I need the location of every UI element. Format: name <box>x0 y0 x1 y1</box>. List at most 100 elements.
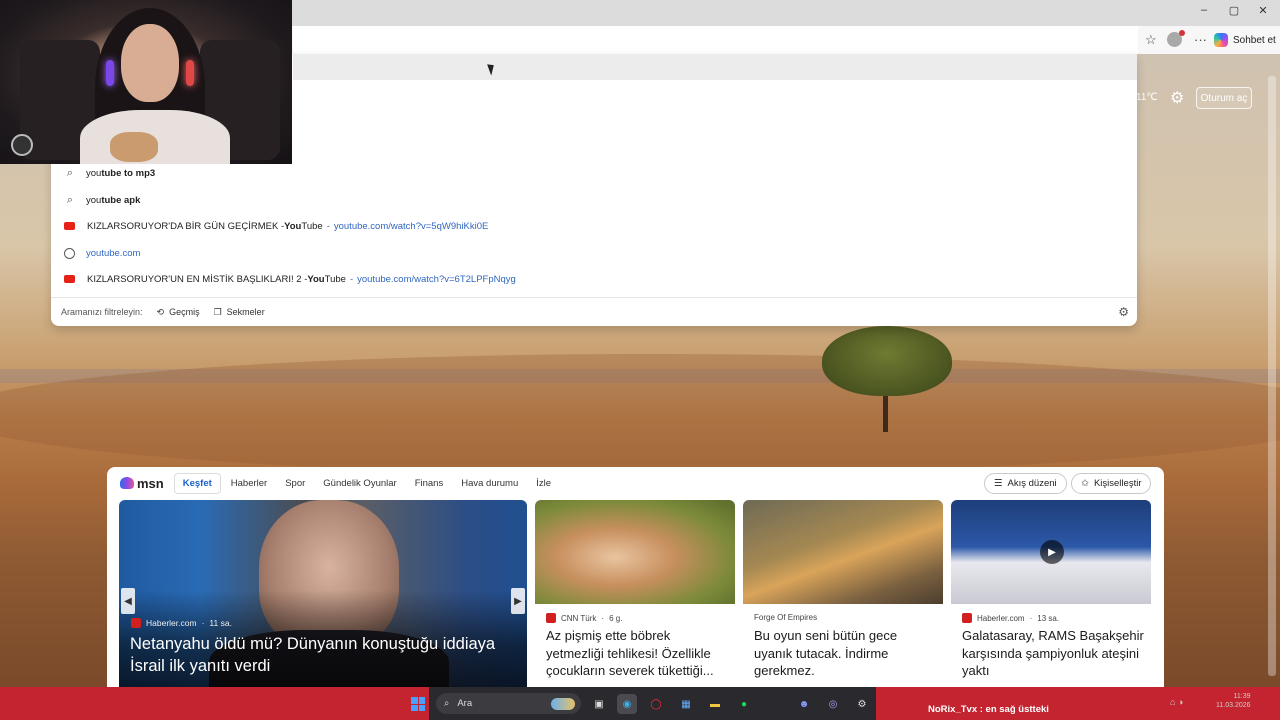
source-logo-icon <box>962 613 972 623</box>
maximize-button[interactable]: ▢ <box>1225 4 1243 17</box>
tab-hava-durumu[interactable]: Hava durumu <box>453 474 526 493</box>
webcam-headset-right <box>186 60 194 86</box>
suggestion-completion: tube to mp3 <box>101 167 156 179</box>
card-age: 6 g. <box>609 613 623 623</box>
windows-start-icon[interactable] <box>411 697 425 711</box>
suggestion-item[interactable]: ⌕ you tube apk <box>51 187 1137 213</box>
page-settings-gear-icon[interactable]: ⚙ <box>1170 88 1184 108</box>
chat-label: Sohbet et <box>1233 34 1276 46</box>
signin-button[interactable]: Oturum aç <box>1196 87 1252 109</box>
filter-tabs-button[interactable]: ❐ Sekmeler <box>214 307 265 318</box>
suggestion-url: youtube.com/watch?v=6T2LPFpNqyg <box>357 273 516 285</box>
hero-source: Haberler.com · 11 sa. <box>131 618 232 628</box>
card-source: Haberler.com · 13 sa. <box>962 613 1059 623</box>
favorites-icon[interactable]: ☆ <box>1145 32 1157 48</box>
history-icon: ⟲ <box>156 306 165 317</box>
news-card[interactable]: Forge Of Empires Bu oyun seni bütün gece… <box>743 500 943 687</box>
opera-icon[interactable]: ◯ <box>646 694 666 714</box>
app-icon[interactable]: ◎ <box>823 694 843 714</box>
tab-haberler[interactable]: Haberler <box>223 474 275 493</box>
suggestion-item[interactable]: youtube.com <box>51 240 1137 266</box>
page-scrollbar[interactable] <box>1268 76 1276 676</box>
spotify-icon[interactable]: ● <box>734 694 754 714</box>
copilot-icon <box>1214 33 1228 47</box>
source-logo-icon <box>546 613 556 623</box>
suggestion-item[interactable]: KIZLARSORUYOR'UN EN MİSTİK BAŞLIKLARI! 2… <box>51 266 1137 292</box>
store-icon[interactable]: ▦ <box>676 694 696 714</box>
card-source-name: Haberler.com <box>977 613 1025 623</box>
suggestion-completion: tube apk <box>101 194 141 206</box>
carousel-prev-button[interactable]: ◀ <box>121 588 135 614</box>
msn-nav: msn Keşfet Haberler Spor Gündelik Oyunla… <box>107 467 1164 499</box>
tab-gundelik-oyunlar[interactable]: Gündelik Oyunlar <box>315 474 404 493</box>
steam-icon[interactable]: ⚙ <box>852 694 872 714</box>
tray-time: 11:39 <box>1233 693 1251 700</box>
personalize-button[interactable]: ✩ Kişiselleştir <box>1071 473 1152 494</box>
weather-temp[interactable]: 11℃ <box>1136 92 1158 103</box>
tab-kesfet[interactable]: Keşfet <box>173 472 221 494</box>
news-card[interactable]: ▶ Haberler.com · 13 sa. Galatasaray, RAM… <box>951 500 1151 687</box>
tray-clock[interactable]: 11:39 11.03.2026 <box>1216 692 1251 710</box>
filter-history-button[interactable]: ⟲ Geçmiş <box>157 307 200 318</box>
msn-logo-text: msn <box>137 475 164 491</box>
card-title: Az pişmiş ette böbrek yetmezliği tehlike… <box>546 628 714 678</box>
suggestion-prefix: you <box>86 167 102 179</box>
edge-icon[interactable]: ◉ <box>617 694 637 714</box>
msn-butterfly-icon <box>120 477 134 489</box>
profile-avatar[interactable] <box>1167 30 1185 47</box>
news-card[interactable]: CNN Türk · 6 g. Az pişmiş ette böbrek ye… <box>535 500 735 687</box>
webcam-headset-left <box>106 60 114 86</box>
taskbar-search[interactable]: ⌕ Ara <box>436 693 581 714</box>
close-button[interactable]: ✕ <box>1254 4 1272 17</box>
discord-icon[interactable]: ☻ <box>794 694 814 714</box>
copilot-chat-button[interactable]: Sohbet et <box>1214 30 1276 50</box>
filter-history-label: Geçmiş <box>169 307 200 317</box>
card-image <box>743 500 943 604</box>
card-title: Bu oyun seni bütün gece uyanık tutacak. … <box>754 628 898 678</box>
search-icon: ⌕ <box>66 166 74 179</box>
suggestion-title-bold: You <box>307 273 325 285</box>
card-age: 13 sa. <box>1037 613 1060 623</box>
tab-finans[interactable]: Finans <box>407 474 452 493</box>
suggestion-url-dash: - <box>326 220 330 232</box>
system-tray-icons[interactable]: ⌂ ◑ <box>1170 697 1183 707</box>
msn-logo[interactable]: msn <box>120 476 164 491</box>
webcam-logo-icon <box>11 134 33 156</box>
suggestion-title-rest: Tube <box>324 273 346 285</box>
address-bar[interactable] <box>293 26 1138 54</box>
minimize-button[interactable]: – <box>1195 4 1213 16</box>
dune <box>0 354 1280 474</box>
msn-feed: msn Keşfet Haberler Spor Gündelik Oyunla… <box>107 467 1164 687</box>
filter-tabs-label: Sekmeler <box>226 307 265 317</box>
play-icon[interactable]: ▶ <box>1040 540 1064 564</box>
suggestion-prefix: you <box>86 194 102 206</box>
hero-title: Netanyahu öldü mü? Dünyanın konuştuğu id… <box>130 635 496 675</box>
webcam-overlay <box>0 0 292 164</box>
search-highlight-icon <box>551 697 575 710</box>
tabs-icon: ❐ <box>213 306 222 317</box>
suggestion-title: KIZLARSORUYOR'UN EN MİSTİK BAŞLIKLARI! 2… <box>87 273 308 285</box>
file-explorer-icon[interactable]: ▬ <box>705 694 725 714</box>
source-separator: · <box>201 618 205 628</box>
carousel-next-button[interactable]: ▶ <box>511 588 525 614</box>
tab-spor[interactable]: Spor <box>277 474 313 493</box>
taskbar-search-placeholder: Ara <box>457 698 473 709</box>
more-options-icon[interactable]: ··· <box>1194 32 1207 47</box>
feed-layout-button[interactable]: ☰ Akış düzeni <box>984 473 1067 494</box>
search-icon: ⌕ <box>444 698 450 709</box>
suggestion-url: youtube.com <box>86 247 141 259</box>
globe-icon <box>64 247 75 259</box>
card-image <box>535 500 735 604</box>
youtube-icon <box>64 275 75 283</box>
suggestion-url-dash: - <box>349 273 354 285</box>
suggestion-url: youtube.com/watch?v=5qW9hiKki0E <box>333 220 489 232</box>
suggestion-filter-bar: Aramanızı filtreleyin: ⟲ Geçmiş ❐ Sekmel… <box>51 297 1137 326</box>
suggestion-settings-gear-icon[interactable]: ⚙ <box>1118 305 1129 319</box>
task-view-icon[interactable]: ▣ <box>589 694 609 714</box>
search-icon: ⌕ <box>66 193 74 206</box>
tab-izle[interactable]: İzle <box>528 474 559 493</box>
stream-overlay-text: NoRix_Tvx : en sağ üstteki <box>928 704 1049 715</box>
hero-card[interactable]: ◀ ▶ Haberler.com · 11 sa. Netanyahu öldü… <box>119 500 527 687</box>
suggestion-item[interactable]: KIZLARSORUYOR'DA BİR GÜN GEÇİRMEK - You T… <box>51 213 1137 239</box>
hero-source-name: Haberler.com <box>146 618 197 628</box>
